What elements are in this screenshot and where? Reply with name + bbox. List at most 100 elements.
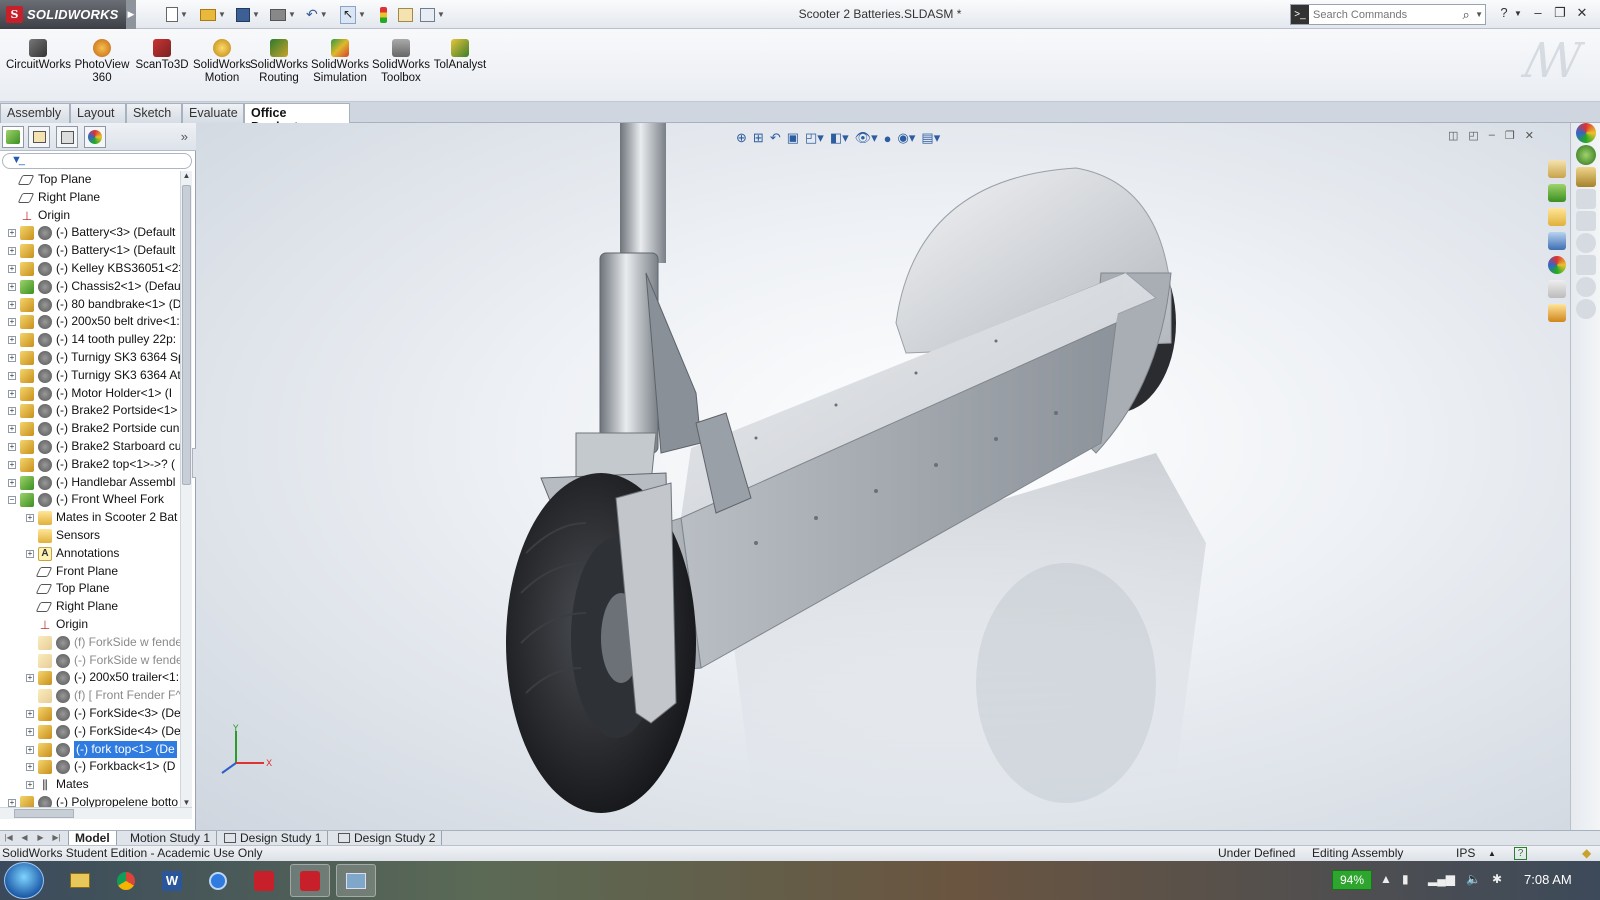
expand-icon[interactable]: + <box>8 354 16 362</box>
tab-layout[interactable]: Layout <box>70 103 126 123</box>
hide-show-items-icon[interactable]: 👁▾ <box>855 130 878 146</box>
tree-item[interactable]: + (-) Brake2 Portside cun <box>0 420 180 438</box>
split-view-icon[interactable]: ◫ <box>1448 129 1458 142</box>
chevron-down-icon[interactable]: ▼ <box>358 10 366 19</box>
scanto3d-button[interactable]: ScanTo3D <box>134 39 190 72</box>
tree-item[interactable]: + (-) Kelley KBS36051<2> <box>0 260 180 278</box>
expand-icon[interactable]: + <box>8 229 16 238</box>
expand-icon[interactable]: + <box>8 478 16 487</box>
units-selector[interactable]: IPS <box>1456 846 1475 861</box>
feature-manager-tab[interactable] <box>2 126 24 148</box>
bluetooth-icon[interactable]: ✱ <box>1492 872 1502 886</box>
tree-item[interactable]: + (-) Turnigy SK3 6364 At <box>0 367 180 385</box>
solidworks-toolbox-button[interactable]: SolidWorks Toolbox <box>372 39 430 85</box>
expand-icon[interactable]: + <box>8 247 16 256</box>
tree-item[interactable]: + (-) Brake2 Starboard cu <box>0 438 180 456</box>
tree-vertical-scrollbar[interactable]: ▲ ▼ <box>180 171 192 807</box>
tree-item[interactable]: Right Plane <box>0 598 180 616</box>
help-icon[interactable]: ? <box>1514 847 1527 860</box>
restore-button[interactable]: ❐ <box>1550 5 1570 23</box>
section-view-icon[interactable]: ▣ <box>787 130 799 146</box>
pane-tool-icon[interactable] <box>1576 299 1596 319</box>
tree-item[interactable]: (f) ForkSide w fender< <box>0 634 180 652</box>
pane-tool-icon[interactable] <box>1576 255 1596 275</box>
start-button[interactable] <box>4 862 44 899</box>
options-button[interactable]: ▼ <box>420 4 445 25</box>
tree-item[interactable]: + (-) Brake2 Portside<1> <box>0 402 180 420</box>
tree-item[interactable]: + Mates in Scooter 2 Bat <box>0 509 180 527</box>
solidworks-routing-button[interactable]: SolidWorks Routing <box>250 39 308 85</box>
search-icon[interactable]: ⌕ <box>1457 7 1475 23</box>
solidworks-forum-icon[interactable] <box>1548 304 1566 322</box>
tree-item[interactable]: + (-) Turnigy SK3 6364 Sp <box>0 349 180 367</box>
expand-icon[interactable]: + <box>26 514 34 523</box>
tab-sketch[interactable]: Sketch <box>126 103 182 123</box>
home-icon[interactable] <box>1548 160 1566 178</box>
tree-item[interactable]: − (-) Front Wheel Fork <box>0 491 180 509</box>
search-input[interactable] <box>1309 8 1458 21</box>
expand-icon[interactable]: + <box>8 282 16 291</box>
network-signal-icon[interactable]: ▂▄▆ <box>1428 872 1455 886</box>
design-library-icon[interactable] <box>1576 145 1596 165</box>
view-orientation-icon[interactable]: ◰▾ <box>805 130 824 146</box>
graphics-area[interactable]: ⊕ ⊞ ↶ ▣ ◰▾ ◧▾ 👁▾ ● ◉▾ ▤▾ ◫ ◰ – ❐ ✕ Y X <box>196 123 1570 830</box>
clock[interactable]: 7:08 AM <box>1524 872 1572 887</box>
previous-tab-arrow-icon[interactable]: ◀ <box>18 832 31 845</box>
expand-icon[interactable]: + <box>26 781 34 790</box>
minimize-button[interactable]: – <box>1528 5 1548 23</box>
tree-item[interactable]: + (-) Forkback<1> (D <box>0 758 180 776</box>
expand-icon[interactable]: + <box>8 799 16 807</box>
search-commands-box[interactable]: >_ ⌕ ▼ <box>1290 4 1486 25</box>
expand-icon[interactable]: + <box>26 763 34 772</box>
expand-icon[interactable]: + <box>8 371 16 380</box>
expand-icon[interactable]: + <box>26 727 34 736</box>
photoview-360-button[interactable]: PhotoView 360 <box>72 39 132 85</box>
last-tab-arrow-icon[interactable]: ▶| <box>50 832 63 845</box>
open-button[interactable]: ▼ <box>200 4 226 25</box>
battery-tray-icon[interactable]: ▮ <box>1402 872 1409 886</box>
save-button[interactable]: ▼ <box>236 4 260 25</box>
tree-item[interactable]: Right Plane <box>0 189 180 207</box>
rebuild-button[interactable] <box>380 4 387 25</box>
volume-icon[interactable]: 🔈 <box>1466 872 1481 886</box>
appearances-icon[interactable] <box>1548 256 1566 274</box>
pane-tool-icon[interactable] <box>1576 233 1596 253</box>
media-player-icon[interactable] <box>198 864 238 897</box>
tree-item[interactable]: + (-) 200x50 belt drive<1: <box>0 313 180 331</box>
custom-properties-icon[interactable] <box>1548 280 1566 298</box>
display-manager-tab[interactable] <box>84 126 106 148</box>
battery-indicator[interactable]: 94% <box>1332 870 1372 890</box>
resources-icon[interactable] <box>1576 123 1596 143</box>
word-icon[interactable]: W <box>152 864 192 897</box>
edit-appearance-icon[interactable]: ● <box>884 131 892 146</box>
design-library-icon[interactable] <box>1548 184 1566 202</box>
circuitworks-button[interactable]: CircuitWorks <box>6 39 71 72</box>
display-style-icon[interactable]: ◧▾ <box>830 130 849 146</box>
tree-item[interactable]: + (-) Handlebar Assembl <box>0 474 180 492</box>
chevron-down-icon[interactable]: ▼ <box>218 10 226 19</box>
tab-assembly[interactable]: Assembly <box>0 103 70 123</box>
expand-icon[interactable]: + <box>8 407 16 416</box>
database-icon[interactable] <box>1576 167 1596 187</box>
tree-item[interactable]: Top Plane <box>0 580 180 598</box>
expand-icon[interactable]: + <box>26 674 34 683</box>
tree-item[interactable]: + (-) 200x50 trailer<1: <box>0 669 180 687</box>
tree-item[interactable]: Top Plane <box>0 171 180 189</box>
scroll-up-arrow-icon[interactable]: ▲ <box>181 171 192 180</box>
zoom-to-area-icon[interactable]: ⊞ <box>753 130 764 146</box>
property-manager-tab[interactable] <box>28 126 50 148</box>
tree-item[interactable]: + (-) ForkSide<4> (De <box>0 723 180 741</box>
tree-item[interactable]: + (-) 14 tooth pulley 22p: <box>0 331 180 349</box>
expand-icon[interactable]: + <box>26 710 34 718</box>
file-explorer-icon[interactable] <box>1548 208 1566 226</box>
expand-icon[interactable]: + <box>8 443 16 451</box>
chevron-down-icon[interactable]: ▼ <box>252 10 260 19</box>
tree-item[interactable]: (-) ForkSide w fender< <box>0 652 180 670</box>
pane-tool-icon[interactable] <box>1576 211 1596 231</box>
tree-item[interactable]: + ⫼ Mates <box>0 776 180 794</box>
chrome-icon[interactable] <box>106 864 146 897</box>
expand-icon[interactable]: + <box>8 265 16 273</box>
file-properties-button[interactable] <box>398 4 413 25</box>
tree-item[interactable]: ⊥ Origin <box>0 207 180 225</box>
tree-horizontal-scrollbar[interactable] <box>0 807 192 819</box>
